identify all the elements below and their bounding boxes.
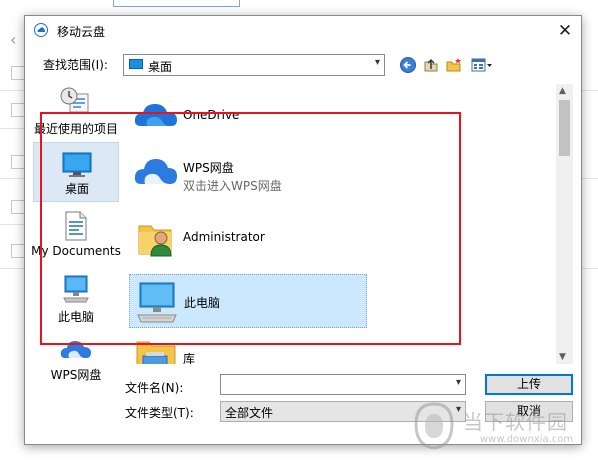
file-name: 库: [183, 352, 196, 364]
close-button[interactable]: ✕: [555, 21, 575, 41]
background-divider: [580, 268, 598, 269]
scroll-up-icon[interactable]: ▲: [559, 86, 566, 96]
background-divider: [0, 178, 24, 179]
scroll-down-icon[interactable]: ▼: [559, 352, 566, 362]
new-folder-icon[interactable]: [445, 56, 463, 74]
background-divider: [0, 90, 24, 91]
dialog-titlebar: 移动云盘 ✕: [25, 16, 581, 46]
dialog-title: 移动云盘: [57, 25, 106, 39]
background-divider: [0, 128, 24, 129]
background-divider: [0, 224, 24, 225]
filetype-value: 全部文件: [225, 406, 274, 420]
background-checkbox: [11, 103, 25, 117]
back-icon[interactable]: [399, 56, 417, 74]
watermark-url: www.downxia.com: [480, 434, 574, 445]
filetype-label: 文件类型(T):: [125, 406, 194, 420]
look-in-label: 查找范围(I):: [43, 58, 108, 72]
view-menu-icon[interactable]: [470, 56, 494, 74]
background-divider: [580, 90, 598, 91]
watermark-brand: 当下软件园: [463, 410, 568, 434]
background-tab: [113, 0, 240, 7]
back-chevron-icon: ‹: [10, 30, 17, 49]
background-divider: [580, 178, 598, 179]
background-checkbox: [11, 200, 25, 214]
filename-input[interactable]: ▾: [220, 374, 466, 395]
scrollbar-thumb[interactable]: [559, 100, 570, 156]
background-checkbox: [11, 244, 25, 258]
watermark: 当下软件园 www.downxia.com: [410, 400, 598, 460]
cloud-app-icon: [34, 23, 48, 37]
watermark-logo-icon: [414, 402, 454, 450]
highlight-annotation-box: [40, 112, 461, 345]
look-in-value: 桌面: [148, 60, 173, 74]
background-checkbox: [11, 66, 25, 80]
up-folder-icon[interactable]: [422, 56, 440, 74]
file-list-scrollbar[interactable]: ▲ ▼: [556, 84, 573, 364]
desktop-icon: [129, 59, 143, 69]
filename-label: 文件名(N):: [125, 381, 184, 395]
background-checkbox: [11, 155, 25, 169]
place-label: WPS网盘: [50, 368, 102, 382]
chevron-down-icon: ▾: [374, 57, 380, 68]
look-in-dropdown[interactable]: 桌面 ▾: [123, 54, 385, 76]
background-divider: [0, 268, 24, 269]
chevron-down-icon[interactable]: ▾: [456, 377, 461, 388]
upload-button[interactable]: 上传: [485, 374, 573, 395]
